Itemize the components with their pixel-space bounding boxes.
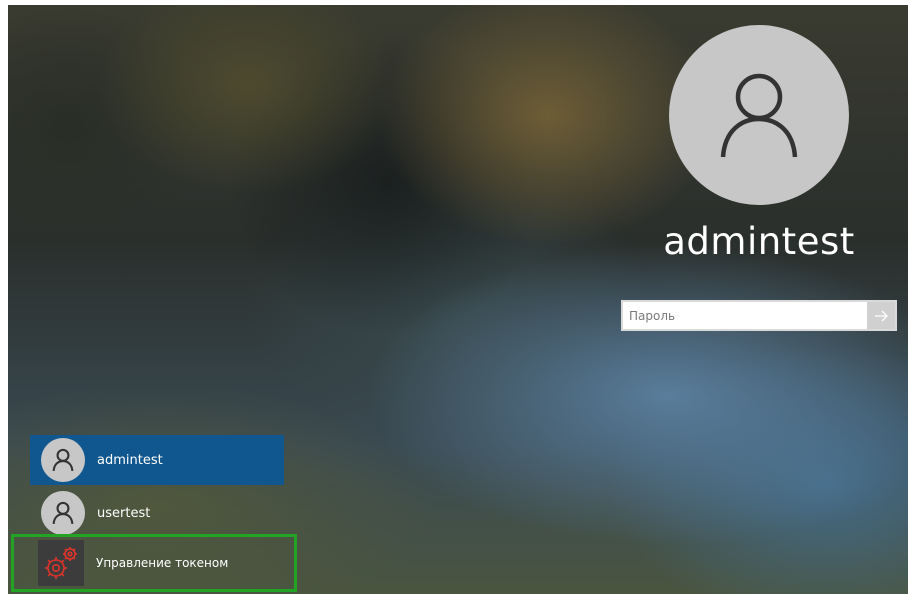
submit-button[interactable] [867, 302, 895, 329]
user-list-item-usertest[interactable]: usertest [30, 488, 284, 538]
arrow-right-icon [875, 310, 888, 321]
selected-user-avatar [669, 25, 849, 205]
selected-username: admintest [663, 220, 855, 263]
user-icon [52, 501, 74, 525]
password-input[interactable] [623, 302, 867, 329]
user-list-item-label: usertest [97, 505, 151, 521]
user-list-item-admintest[interactable]: admintest [30, 435, 284, 485]
avatar [41, 491, 85, 535]
user-icon [720, 73, 798, 158]
token-management-label: Управление токеном [96, 556, 229, 570]
gears-icon [38, 540, 84, 586]
token-management-item[interactable]: Управление токеном [11, 534, 297, 592]
avatar [41, 438, 85, 482]
user-icon [52, 448, 74, 472]
lock-screen-background: admintest admintest usertest Управление … [8, 5, 908, 594]
password-field[interactable] [621, 300, 897, 331]
user-list-item-label: admintest [97, 452, 163, 468]
